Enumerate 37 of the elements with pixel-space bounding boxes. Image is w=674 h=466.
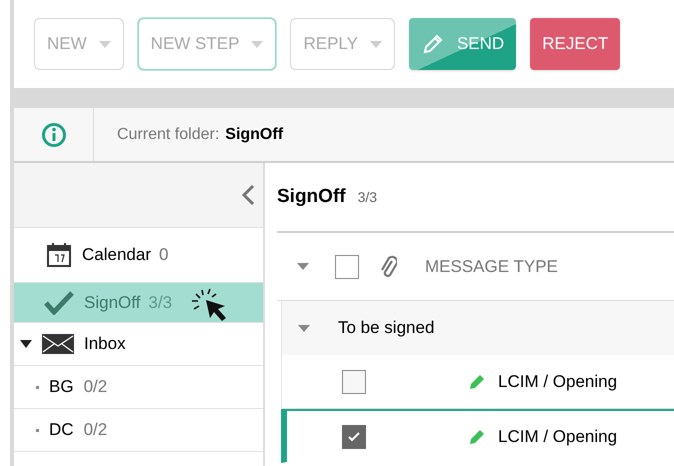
row-checkbox[interactable]: [342, 370, 366, 394]
select-all-checkbox[interactable]: [335, 254, 359, 278]
row-checkbox[interactable]: [342, 424, 366, 448]
check-icon: [348, 432, 360, 442]
caret-icon: [251, 40, 264, 48]
folder-count: 0/2: [84, 376, 108, 398]
bullet-icon: [36, 428, 39, 432]
caret-icon: [370, 40, 382, 48]
checkmark-icon: [44, 290, 74, 314]
reject-button[interactable]: REJECT: [530, 18, 620, 70]
message-type: LCIM / Opening: [498, 426, 618, 448]
pencil-icon: [468, 428, 486, 446]
calendar-icon: [46, 242, 72, 268]
collapse-chevron-icon[interactable]: [241, 184, 255, 206]
current-folder-name: SignOff: [225, 124, 284, 144]
pencil-icon: [420, 32, 445, 56]
group-caret-icon: [298, 324, 310, 332]
caret-icon: [98, 40, 111, 48]
caret-icon: [297, 263, 309, 270]
envelope-icon: [42, 334, 74, 354]
group-label: To be signed: [338, 317, 434, 340]
pencil-icon: [468, 372, 486, 390]
current-folder-label: Current folder:: [117, 124, 220, 144]
message-row[interactable]: LCIM / Opening: [281, 355, 674, 409]
folder-title: SignOff: [277, 184, 346, 209]
folder-count: 3/3: [358, 188, 378, 206]
folder-name: BG: [49, 376, 74, 398]
message-row[interactable]: LCIM / Opening: [281, 409, 674, 463]
info-icon[interactable]: [40, 122, 66, 148]
column-header[interactable]: MESSAGE TYPE: [425, 254, 558, 280]
expand-caret-icon[interactable]: [20, 340, 32, 348]
group-row[interactable]: To be signed: [281, 301, 674, 355]
paperclip-icon: [379, 254, 397, 280]
folder-count: 0/2: [84, 419, 108, 442]
message-type: LCIM / Opening: [498, 370, 618, 393]
folder-name: DC: [49, 419, 74, 442]
bullet-icon: [36, 386, 39, 388]
